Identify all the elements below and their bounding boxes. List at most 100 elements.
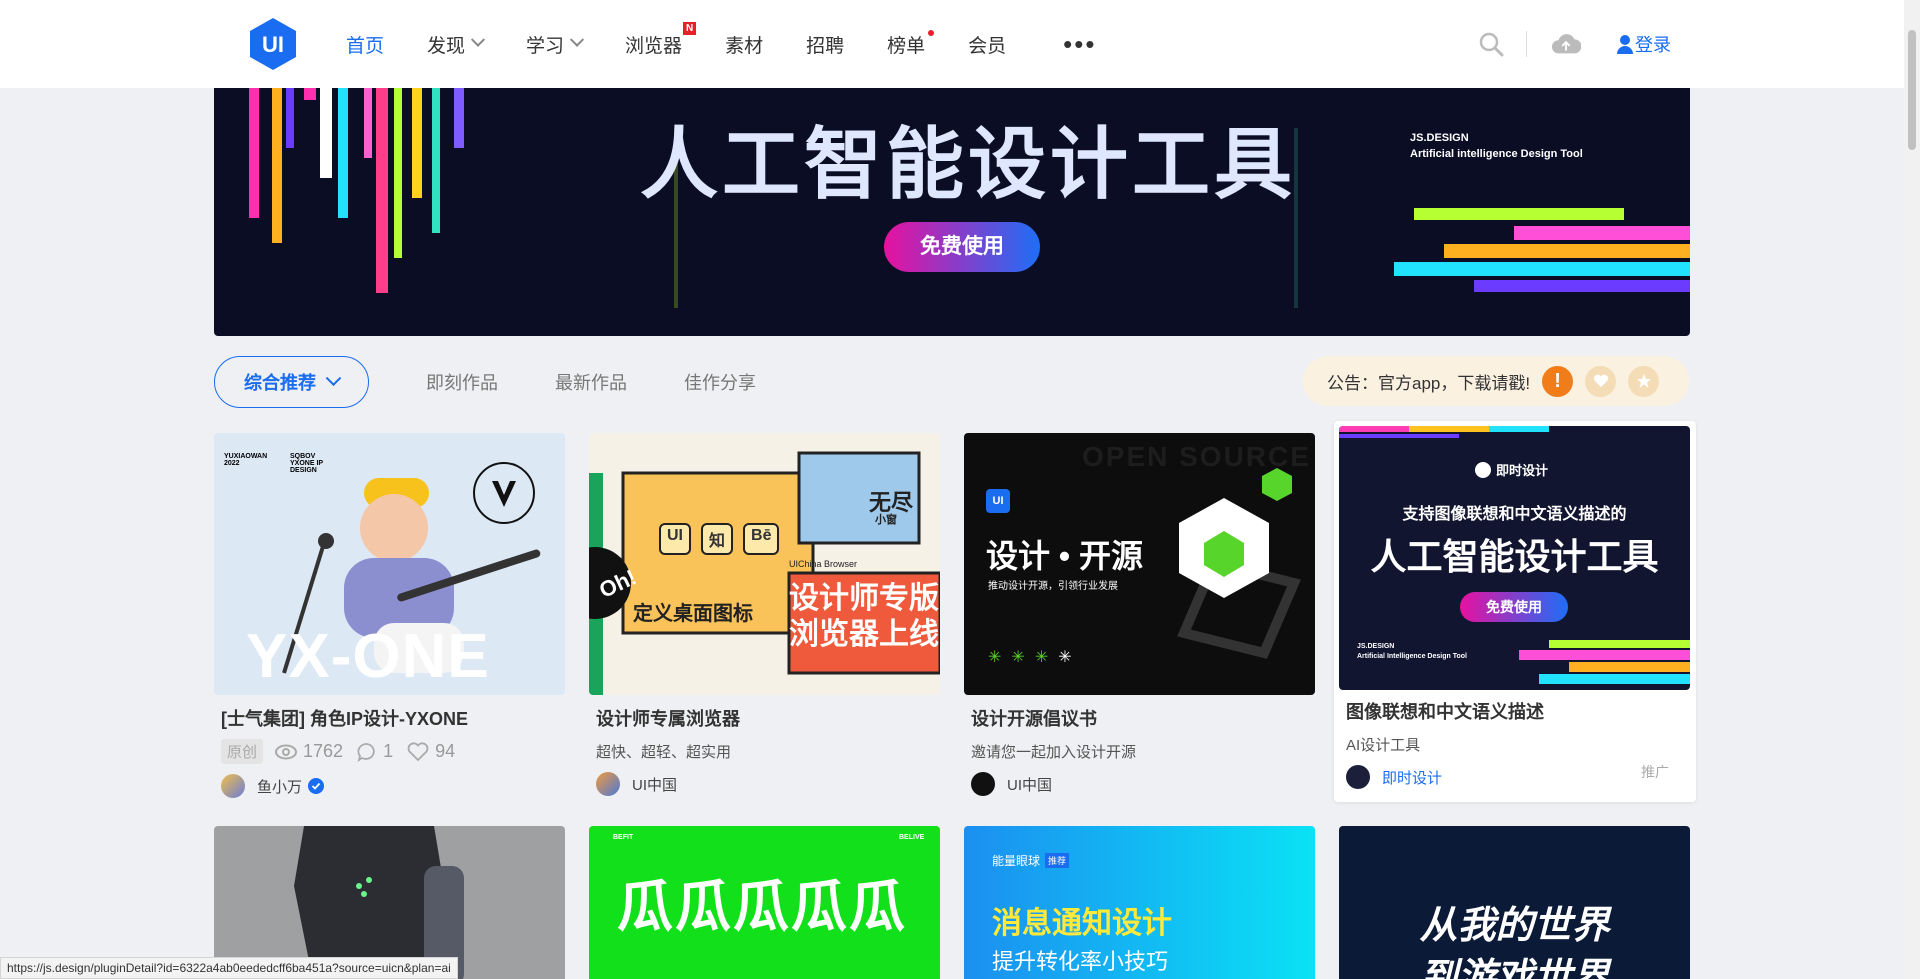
hero-banner[interactable]: 人工智能设计工具 免费使用 JS.DESIGN Artificial intel… [214,88,1690,336]
brand-line: JS.DESIGN [1410,132,1469,144]
work-thumbnail[interactable]: 能量眼球 推荐 消息通知设计 提升转化率小技巧 [964,826,1315,979]
thumb-caption: BELIVE [899,834,925,841]
heart-icon[interactable] [407,741,429,762]
tab-latest-works[interactable]: 最新作品 [555,369,627,395]
announcement-bar[interactable]: 公告：官方app，下载请戳! ! [1303,356,1689,406]
thumb-tag-label: 能量眼球 [992,854,1041,868]
nav-discover[interactable]: 发现 [427,0,486,88]
work-thumbnail[interactable]: BEFIT BELIVE 瓜瓜瓜瓜瓜 [589,826,940,979]
app-icon-grid: UI 知 Bē [659,523,780,555]
divider [1526,31,1527,57]
promo-brand-label: 即时设计 [1496,463,1549,478]
tab-label: 综合推荐 [244,373,316,393]
work-thumbnail[interactable]: OPEN SOURCE UI 设计 • 开源 推动设计开源，引领行业发展 ✳✳✳… [964,433,1315,695]
thumb-big-text: YX-ONE [246,622,490,691]
nav-label: 学习 [526,35,565,57]
cloud-upload-icon[interactable] [1551,29,1581,59]
promo-free-use-button[interactable]: 免费使用 [1460,592,1568,622]
avatar[interactable] [1346,765,1370,789]
app-icon: UI [659,523,691,555]
work-card[interactable]: YUXIAOWAN 2022 SQBOV YXONE IP DESIGN YX-… [214,433,565,798]
work-subtitle: 邀请您一起加入设计开源 [971,744,1137,761]
work-title[interactable]: [士气集团] 角色IP设计-YXONE [221,705,565,731]
browser-illustration [589,451,940,695]
work-thumbnail[interactable]: UI 知 Bē 无尽 小窗 Oh! 定义桌面图标 UIChina Browser… [589,433,940,695]
nav-label: 素材 [725,35,764,57]
nav-jobs[interactable]: 招聘 [806,0,844,88]
announcement-text: 公告：官方app，下载请戳! [1327,373,1531,393]
promoted-card[interactable]: 即时设计 支持图像联想和中文语义描述的 人工智能设计工具 免费使用 JS.DES… [1334,421,1696,802]
nav-rankings[interactable]: 榜单 [887,0,935,88]
nav-label: 浏览器 [625,35,683,57]
nav-home[interactable]: 首页 [346,0,384,88]
work-card[interactable]: OPEN SOURCE UI 设计 • 开源 推动设计开源，引领行业发展 ✳✳✳… [964,433,1315,796]
nav-assets[interactable]: 素材 [725,0,763,88]
thumb-label: 定义桌面图标 [633,603,753,625]
thumb-caption: 推动设计开源，引领行业发展 [988,581,1118,592]
logo-text: UI [262,32,284,57]
tab-recommended[interactable]: 综合推荐 [214,356,369,408]
author-info[interactable]: UI中国 [971,772,1315,796]
nav-label: 会员 [968,35,1007,57]
eye-icon [275,744,298,760]
nav-browser[interactable]: 浏览器 N [625,0,697,88]
star-icon[interactable] [1628,365,1660,397]
nav-membership[interactable]: 会员 [968,0,1006,88]
promo-brand: 即时设计 [1475,460,1548,479]
promo-title[interactable]: 图像联想和中文语义描述 [1346,698,1544,724]
login-label: 登录 [1635,35,1671,55]
banner-brand: JS.DESIGN Artificial intelligence Design… [1410,130,1583,162]
author-name[interactable]: UI中国 [632,774,677,795]
promo-thumbnail[interactable]: 即时设计 支持图像联想和中文语义描述的 人工智能设计工具 免费使用 JS.DES… [1339,426,1690,690]
author-name[interactable]: 即时设计 [1382,767,1442,788]
work-thumbnail[interactable]: YUXIAOWAN 2022 SQBOV YXONE IP DESIGN YX-… [214,433,565,695]
heart-icon[interactable] [1585,365,1617,397]
site-logo[interactable]: UI [246,16,300,72]
tab-instant-works[interactable]: 即刻作品 [426,369,498,395]
thumb-headline: 设计师专版 浏览器上线 [789,581,939,653]
login-button[interactable]: 登录 [1617,31,1671,57]
like-count: 94 [435,741,456,761]
new-badge: N [683,22,697,35]
avatar[interactable] [221,774,245,798]
tab-featured-share[interactable]: 佳作分享 [684,369,756,395]
banner-title: 人工智能设计工具 [640,120,1297,208]
verified-icon [308,778,325,794]
author-info[interactable]: 鱼小万 [221,774,565,798]
banner-free-use-button[interactable]: 免费使用 [884,222,1040,272]
work-thumbnail[interactable]: 从我的世界 到游戏世界 [1339,826,1690,979]
avatar[interactable] [596,772,620,796]
page-scrollbar[interactable] [1904,0,1920,979]
search-icon[interactable] [1476,29,1506,59]
scrollbar-thumb[interactable] [1908,30,1916,150]
chevron-down-icon [325,369,342,386]
nav-learn[interactable]: 学习 [526,0,585,88]
work-title[interactable]: 设计开源倡议书 [971,705,1315,731]
thumb-tag-badge: 推荐 [1045,853,1070,868]
author-info[interactable]: UI中国 [596,772,940,796]
more-menu-icon[interactable]: ••• [1063,0,1096,88]
comment-icon[interactable] [357,742,377,762]
promo-foot: JS.DESIGN Artificial Intelligence Design… [1357,642,1467,662]
app-icon: Bē [743,523,780,555]
user-icon [1617,35,1633,54]
app-icon: 知 [701,523,734,555]
work-subtitle: 超快、超轻、超实用 [596,744,732,761]
thumb-headline: 消息通知设计 [992,907,1172,940]
promo-subtitle: AI设计工具 [1346,737,1421,754]
work-title[interactable]: 设计师专属浏览器 [596,705,940,731]
promo-author[interactable]: 即时设计 [1346,765,1442,789]
sparkle-icons: ✳✳✳✳ [988,649,1082,666]
original-tag: 原创 [221,739,264,764]
thumb-headline: 瓜瓜瓜瓜瓜 [617,875,907,938]
work-card[interactable]: UI 知 Bē 无尽 小窗 Oh! 定义桌面图标 UIChina Browser… [589,433,940,796]
author-name[interactable]: 鱼小万 [257,776,302,797]
avatar[interactable] [971,772,995,796]
thumb-subline: 提升转化率小技巧 [992,949,1169,974]
browser-status-url: https://js.design/pluginDetail?id=6322a4… [0,957,458,979]
thumb-label: 小窗 [875,514,897,526]
brand-logo-icon [1475,461,1491,478]
red-dot-badge [928,30,935,36]
alert-icon[interactable]: ! [1542,365,1574,397]
author-name[interactable]: UI中国 [1007,774,1052,795]
